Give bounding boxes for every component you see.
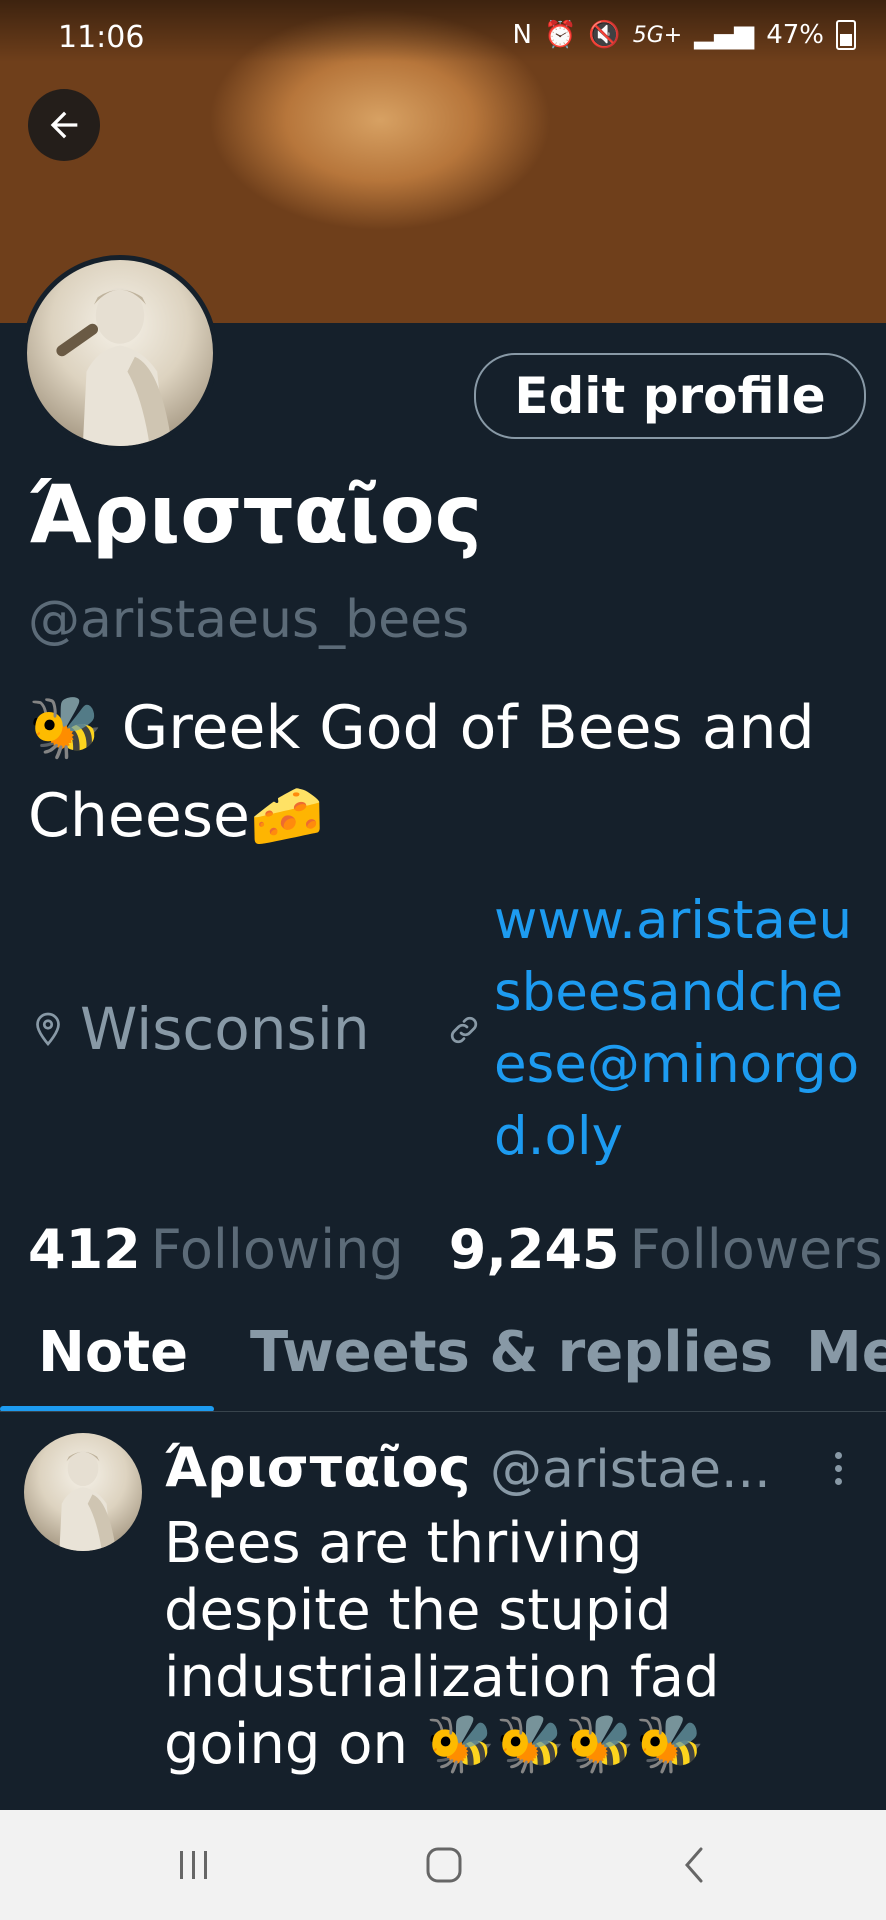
location-text: Wisconsin — [80, 995, 370, 1063]
profile-bio: 🐝 Greek God of Bees and Cheese🧀 — [28, 693, 815, 851]
status-bar: 11:06 N ⏰ 🔇 5G+ ▂▄▆ 47% — [0, 0, 886, 62]
signal-icon: ▂▄▆ — [694, 20, 755, 50]
follow-stats: 412 Following 9,245 Followers — [28, 1218, 883, 1281]
tab-note[interactable]: Note — [38, 1320, 188, 1385]
recents-icon[interactable] — [164, 1840, 224, 1890]
profile-avatar[interactable] — [22, 255, 218, 451]
status-time: 11:06 — [58, 20, 145, 55]
more-vertical-icon[interactable] — [826, 1448, 850, 1498]
profile-handle: @aristaeus_bees — [28, 590, 470, 650]
followers-count: 9,245 — [448, 1218, 620, 1281]
tweet-avatar[interactable] — [24, 1433, 142, 1551]
followers-label: Followers — [629, 1218, 883, 1281]
system-nav-bar — [0, 1810, 886, 1920]
following-label: Following — [150, 1218, 404, 1281]
profile-name: Άρισταῖος — [28, 468, 483, 561]
tab-media[interactable]: Me — [806, 1320, 886, 1385]
mute-icon: 🔇 — [588, 20, 621, 50]
followers-link[interactable]: 9,245 Followers — [449, 1218, 883, 1281]
battery-icon — [836, 20, 856, 50]
profile-url-link[interactable]: www.aristaeusbeesandcheese@minorgod.oly — [494, 885, 874, 1173]
following-count: 412 — [28, 1218, 141, 1281]
tweet-author-handle[interactable]: @aristae... — [490, 1440, 771, 1500]
nfc-icon: N — [512, 20, 532, 50]
statue-avatar-image — [59, 1450, 117, 1551]
network-type: 5G+ — [632, 22, 683, 48]
battery-percent: 47% — [766, 20, 824, 50]
status-icons: N ⏰ 🔇 5G+ ▂▄▆ 47% — [513, 20, 856, 50]
following-link[interactable]: 412 Following — [28, 1218, 404, 1281]
statue-avatar-image — [56, 287, 173, 446]
tabs-divider — [0, 1411, 886, 1412]
alarm-icon: ⏰ — [543, 20, 577, 50]
tweet-author-name[interactable]: Άρισταῖος — [164, 1436, 471, 1499]
arrow-left-icon — [50, 111, 78, 139]
back-chevron-icon[interactable] — [664, 1840, 724, 1890]
link-icon — [450, 1016, 478, 1044]
profile-location: Wisconsin — [30, 995, 370, 1063]
location-pin-icon — [36, 1012, 60, 1047]
tab-tweets-replies[interactable]: Tweets & replies — [250, 1320, 773, 1385]
home-icon[interactable] — [414, 1840, 474, 1890]
edit-profile-button[interactable]: Edit profile — [474, 353, 866, 439]
tweet-text: Bees are thriving despite the stupid ind… — [164, 1511, 720, 1777]
back-button[interactable] — [28, 89, 100, 161]
